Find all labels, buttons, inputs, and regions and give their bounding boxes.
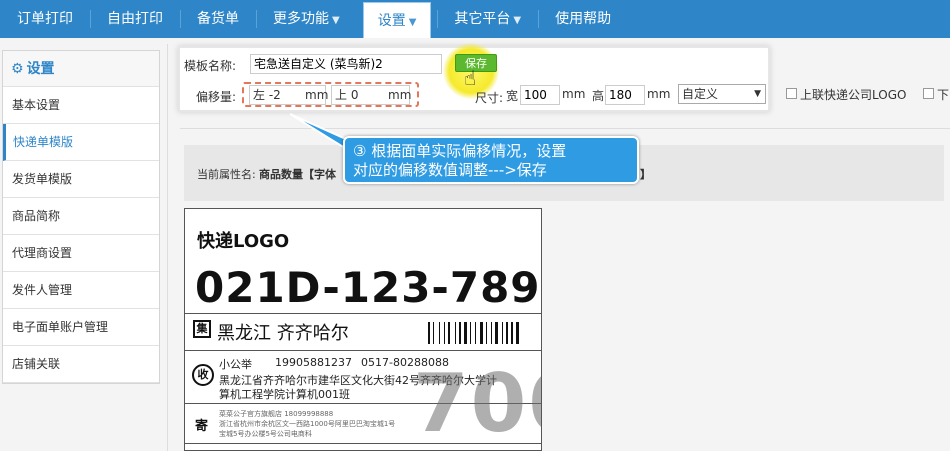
barcode-bar (491, 322, 492, 344)
barcode-bar (486, 322, 487, 344)
offset-left-unit: mm (305, 88, 329, 102)
barcode-bar (502, 322, 503, 344)
sidebar-header: ⚙ 设置 (3, 51, 159, 87)
chevron-down-icon: ▼ (754, 89, 761, 99)
barcode-bar (464, 322, 467, 344)
barcode-bar (470, 322, 471, 344)
barcode-bar (516, 322, 519, 344)
barcode-bar (439, 322, 440, 344)
sender-line-3: 宝城5号办公楼5号公司电商科 (219, 430, 312, 438)
barcode-bar (448, 322, 450, 344)
top-nav: 订单打印 自由打印 备货单 更多功能 ▼ 设置 ▼ 其它平台 ▼ 使用帮助 (0, 0, 950, 38)
attribute-value: 商品数量【字体 (259, 168, 336, 181)
offset-top-value: 0 (350, 88, 359, 102)
nav-item-label: 更多功能 (273, 11, 329, 27)
barcode-bar (444, 322, 445, 344)
nav-item-label: 自由打印 (107, 11, 163, 27)
waybill-logo: 快递LOGO (197, 231, 290, 252)
offset-label: 偏移量: (196, 90, 237, 104)
barcode-bar (475, 322, 476, 344)
nav-item-2[interactable]: 备货单 (180, 0, 256, 38)
sidebar-item-2[interactable]: 发货单模版 (3, 161, 159, 198)
height-input[interactable]: 180 (605, 85, 645, 105)
nav-item-label: 备货单 (197, 11, 239, 27)
logo-checkbox-label: 上联快递公司LOGO (800, 88, 907, 102)
sender-line-1: 菜菜公子官方旗舰店 18099998888 (219, 410, 334, 418)
chevron-down-icon: ▼ (332, 15, 340, 26)
sender-mark: 寄 (195, 419, 209, 434)
sidebar-list: 基本设置 快递单模版 发货单模版 商品简称 代理商设置 发件人管理 电子面单账户管理 店铺关联 (3, 87, 159, 383)
chevron-down-icon: ▼ (513, 15, 522, 26)
ji-mark: 集 (193, 320, 211, 338)
waybill-divider (185, 313, 541, 314)
height-unit: mm (647, 87, 671, 101)
width-input[interactable]: 100 (520, 85, 560, 105)
receiver-name: 小公举 (219, 358, 252, 371)
receiver-mark: 收 (192, 364, 214, 386)
instruction-callout: ③ 根据面单实际偏移情况，设置 对应的偏移数值调整--->保存 (343, 136, 639, 184)
offset-left-prefix: 左 (253, 88, 266, 102)
size-label: 尺寸: (475, 91, 504, 105)
waybill-watermark: 700 (413, 357, 541, 450)
barcode-icon (428, 322, 519, 344)
next-checkbox[interactable] (923, 88, 934, 99)
logo-checkbox[interactable] (786, 88, 797, 99)
chevron-down-icon: ▼ (408, 17, 417, 28)
offset-top-prefix: 上 (335, 88, 348, 102)
size-select-value: 自定义 (682, 87, 719, 101)
gear-icon: ⚙ (11, 61, 24, 77)
next-checkbox-label: 下 (937, 88, 950, 102)
template-name-label: 模板名称: (184, 59, 237, 73)
nav-item-0[interactable]: 订单打印 (0, 0, 90, 38)
barcode-bar (433, 322, 434, 344)
template-name-input[interactable]: 宅急送自定义 (菜鸟新)2 (250, 54, 442, 74)
nav-item-label: 使用帮助 (555, 11, 612, 27)
sidebar-item-6[interactable]: 电子面单账户管理 (3, 309, 159, 346)
attribute-label: 当前属性名: (197, 168, 256, 181)
sidebar-title: 设置 (26, 61, 55, 77)
destination-city: 黑龙江 齐齐哈尔 (217, 323, 349, 344)
offset-left-value: -2 (268, 88, 281, 102)
hand-cursor-icon: ☝ (464, 66, 477, 90)
size-select[interactable]: 自定义 ▼ (678, 84, 766, 104)
nav-item-5[interactable]: 其它平台 ▼ (437, 0, 538, 38)
nav-item-1[interactable]: 自由打印 (90, 0, 180, 38)
tracking-code: 021D-123-789 (195, 263, 541, 312)
barcode-bar (495, 322, 498, 344)
sidebar-item-0[interactable]: 基本设置 (3, 87, 159, 124)
sidebar-item-4[interactable]: 代理商设置 (3, 235, 159, 272)
callout-line-1: ③ 根据面单实际偏移情况，设置 (353, 142, 567, 160)
sidebar-item-3[interactable]: 商品简称 (3, 198, 159, 235)
barcode-bar (506, 322, 508, 344)
barcode-bar (480, 322, 483, 344)
waybill-preview: 快递LOGO 021D-123-789 集 黑龙江 齐齐哈尔 收 小公举 199… (184, 208, 542, 451)
nav-item-6[interactable]: 使用帮助 (538, 0, 628, 38)
settings-sidebar: ⚙ 设置 基本设置 快递单模版 发货单模版 商品简称 代理商设置 发件人管理 电子面单账户管理… (2, 50, 160, 384)
sender-line-2: 浙江省杭州市余杭区文一西路1000号阿里巴巴淘宝城1号 (219, 420, 396, 428)
sidebar-item-5[interactable]: 发件人管理 (3, 272, 159, 309)
receiver-phone: 19905881237 (275, 356, 352, 369)
callout-line-2: 对应的偏移数值调整--->保存 (353, 161, 547, 179)
barcode-bar (459, 322, 461, 344)
height-label: 高 (592, 89, 605, 103)
nav-item-label: 其它平台 (454, 11, 511, 27)
barcode-bar (428, 322, 430, 344)
nav-item-label: 设置 (377, 13, 406, 29)
nav-item-4[interactable]: 设置 ▼ (362, 2, 432, 38)
nav-item-label: 订单打印 (17, 11, 73, 27)
width-label: 宽 (506, 89, 519, 103)
offset-top-unit: mm (388, 88, 412, 102)
sidebar-item-7[interactable]: 店铺关联 (3, 346, 159, 383)
receiver-address-2: 算机工程学院计算机001班 (219, 388, 350, 401)
barcode-bar (511, 322, 513, 344)
barcode-bar (455, 322, 456, 344)
nav-item-3[interactable]: 更多功能 ▼ (256, 0, 357, 38)
width-unit: mm (562, 87, 586, 101)
sidebar-item-1[interactable]: 快递单模版 (3, 124, 159, 161)
waybill-divider (185, 350, 541, 351)
attribute-tail: 】 (640, 168, 651, 181)
